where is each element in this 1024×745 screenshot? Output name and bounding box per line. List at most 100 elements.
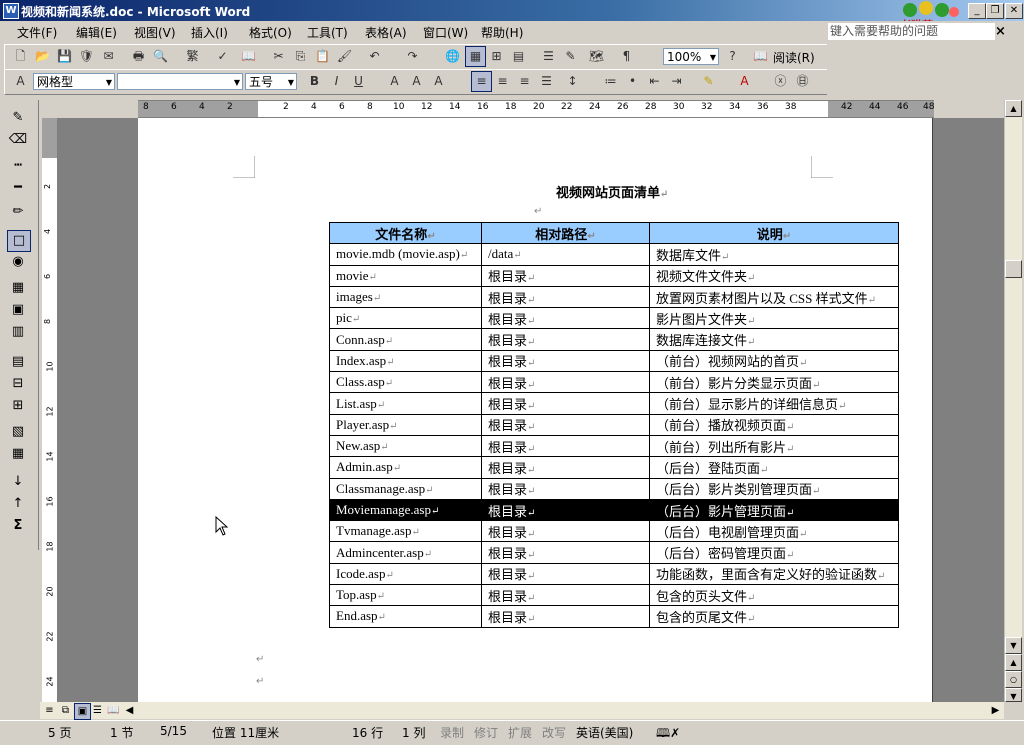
description-cell[interactable]: （后台）登陆页面↵ [649, 456, 899, 479]
read-button[interactable]: 阅读(R) [773, 49, 815, 66]
distribute-cols-icon[interactable]: ⊞ [7, 396, 29, 416]
web-view-icon[interactable]: ⧉ [58, 703, 73, 718]
line-weight-icon[interactable]: ━ [7, 178, 29, 198]
file-name-cell[interactable]: Admincenter.asp↵ [329, 541, 482, 564]
new-icon[interactable]: 🗋 [11, 47, 30, 66]
minimize-button[interactable]: _ [968, 3, 986, 19]
description-cell[interactable]: 包含的页头文件↵ [649, 584, 899, 607]
relative-path-cell[interactable]: 根目录↵ [481, 264, 650, 287]
file-name-cell[interactable]: End.asp↵ [329, 605, 482, 628]
table-row[interactable]: Icode.asp↵ 根目录↵ 功能函数，里面含有定义好的验证函数↵ [329, 562, 899, 586]
relative-path-cell[interactable]: 根目录↵ [481, 307, 650, 330]
line-style-icon[interactable]: ┅ [7, 156, 29, 176]
enclose-char-icon[interactable]: ⓧ [771, 72, 790, 91]
line-spacing-icon[interactable]: ↕ [563, 72, 582, 91]
next-page-icon[interactable]: ▼ [1005, 688, 1022, 702]
relative-path-cell[interactable]: 根目录↵ [481, 456, 650, 479]
table-row[interactable]: List.asp↵ 根目录↵ （前台）显示影片的详细信息页↵ [329, 392, 899, 415]
close-document-icon[interactable]: × [995, 24, 1006, 39]
insert-table-icon[interactable]: ▦ [7, 278, 29, 298]
table-row[interactable]: Admin.asp↵ 根目录↵ （后台）登陆页面↵ [329, 456, 899, 479]
permission-icon[interactable]: 🛡 [77, 47, 96, 66]
print-preview-icon[interactable]: 🔍 [151, 47, 170, 66]
eraser-icon[interactable]: ⌫ [7, 130, 29, 150]
align-right-icon[interactable]: ≡ [515, 72, 534, 91]
description-cell[interactable]: 数据库文件↵ [649, 243, 899, 266]
file-name-cell[interactable]: New.asp↵ [329, 434, 482, 458]
relative-path-cell[interactable]: 根目录↵ [481, 605, 650, 628]
description-cell[interactable]: 放置网页素材图片以及 CSS 样式文件↵ [649, 285, 899, 309]
description-cell[interactable]: 数据库连接文件↵ [649, 328, 899, 351]
spelling-icon[interactable]: ✓ [213, 47, 232, 66]
undo-icon[interactable]: ↶ [365, 47, 384, 66]
description-cell[interactable]: （后台）密码管理页面↵ [649, 541, 899, 564]
print-layout-icon[interactable]: ▣ [74, 703, 91, 720]
table-row[interactable]: End.asp↵ 根目录↵ 包含的页尾文件↵ [329, 605, 899, 628]
scroll-left-icon[interactable]: ◀ [122, 703, 137, 718]
show-hide-icon[interactable]: ¶ [617, 47, 636, 66]
print-icon[interactable]: 🖶 [129, 47, 148, 66]
underline-icon[interactable]: U [349, 72, 368, 91]
distributed-icon[interactable]: ☰ [537, 72, 556, 91]
file-name-cell[interactable]: Index.asp↵ [329, 349, 482, 373]
scroll-right-icon[interactable]: ▶ [988, 703, 1003, 718]
file-list-table[interactable]: 文件名称↵ 相对路径↵ 说明↵ movie.mdb (movie.asp)↵/d… [329, 221, 899, 628]
table-row[interactable]: movie↵ 根目录↵ 视频文件文件夹↵ [329, 264, 899, 287]
insert-table-icon[interactable]: ⊞ [487, 47, 506, 66]
styles-icon[interactable]: A [11, 72, 30, 91]
normal-view-icon[interactable]: ≡ [42, 703, 57, 718]
document-page[interactable]: 视频网站页面清单↵ ↵ 文件名称↵ 相对路径↵ 说明↵ movie.mdb (m… [138, 118, 933, 702]
outline-view-icon[interactable]: ☰ [90, 703, 105, 718]
menu-format[interactable]: 格式(O) [249, 24, 292, 41]
file-name-cell[interactable]: Top.asp↵ [329, 584, 482, 607]
italic-icon[interactable]: I [327, 72, 346, 91]
table-row[interactable]: Class.asp↵ 根目录↵ （前台）影片分类显示页面↵ [329, 371, 899, 394]
outside-border-icon[interactable]: □ [7, 230, 31, 252]
redo-icon[interactable]: ↷ [403, 47, 422, 66]
sort-ascending-icon[interactable]: ↓ [7, 472, 29, 492]
description-cell[interactable]: （前台）播放视频页面↵ [649, 413, 899, 436]
insert-excel-icon[interactable]: ▤ [509, 47, 528, 66]
file-name-cell[interactable]: Class.asp↵ [329, 371, 482, 394]
table-row[interactable]: movie.mdb (movie.asp)↵/data↵ 数据库文件↵ [329, 243, 899, 266]
file-name-cell[interactable]: Classmanage.asp↵ [329, 477, 482, 500]
format-painter-icon[interactable]: 🖌 [335, 47, 354, 66]
table-row[interactable]: Conn.asp↵ 根目录↵ 数据库连接文件↵ [329, 328, 899, 351]
scroll-up-icon[interactable]: ▲ [1005, 100, 1022, 117]
relative-path-cell[interactable]: 根目录↵ [481, 413, 650, 436]
relative-path-cell[interactable]: 根目录↵ [481, 392, 650, 415]
autoformat-icon[interactable]: ▧ [7, 422, 29, 442]
relative-path-cell[interactable]: 根目录↵ [481, 541, 650, 564]
file-name-cell[interactable]: Icode.asp↵ [329, 562, 482, 586]
phonetic-icon[interactable]: ㊐ [793, 72, 812, 91]
size-select[interactable]: 五号 ▼ [245, 73, 297, 90]
style-select[interactable]: 网格型 ▼ [33, 73, 115, 90]
description-cell[interactable]: 影片图片文件夹↵ [649, 307, 899, 330]
document-map-icon[interactable]: 🗺 [587, 47, 606, 66]
decrease-indent-icon[interactable]: ⇤ [645, 72, 664, 91]
description-cell[interactable]: （后台）影片管理页面↵ [649, 498, 899, 522]
traditional-chinese-icon[interactable]: 繁 [183, 47, 202, 66]
restore-button[interactable]: ❐ [986, 3, 1004, 19]
merge-cells-icon[interactable]: ▣ [7, 300, 29, 320]
menu-window[interactable]: 窗口(W) [423, 24, 468, 41]
char-shading-icon[interactable]: A [407, 72, 426, 91]
reading-view-icon[interactable]: 📖 [106, 703, 121, 718]
font-select[interactable]: ▼ [117, 73, 243, 90]
description-cell[interactable]: 功能函数，里面含有定义好的验证函数↵ [649, 562, 899, 586]
file-name-cell[interactable]: Conn.asp↵ [329, 328, 482, 351]
font-color-icon[interactable]: A [735, 72, 754, 91]
menu-tools[interactable]: 工具(T) [307, 24, 348, 41]
horizontal-ruler[interactable]: 8 6 4 2 2 4 6 8 10 12 14 16 18 20 22 24 … [138, 100, 934, 118]
menu-file[interactable]: 文件(F) [17, 24, 57, 41]
drawing-icon[interactable]: ✎ [561, 47, 580, 66]
file-name-cell[interactable]: movie↵ [329, 264, 482, 287]
relative-path-cell[interactable]: 根目录↵ [481, 498, 650, 522]
highlight-icon[interactable]: ✎ [699, 72, 718, 91]
status-record[interactable]: 录制 [440, 724, 464, 741]
spelling-status-icon[interactable]: 🕮✗ [656, 724, 680, 745]
columns-icon[interactable]: ☰ [539, 47, 558, 66]
horizontal-scrollbar[interactable]: ≡ ⧉ ▣ ☰ 📖 ◀ ▶ [40, 702, 1004, 720]
relative-path-cell[interactable]: 根目录↵ [481, 349, 650, 373]
distribute-rows-icon[interactable]: ⊟ [7, 374, 29, 394]
